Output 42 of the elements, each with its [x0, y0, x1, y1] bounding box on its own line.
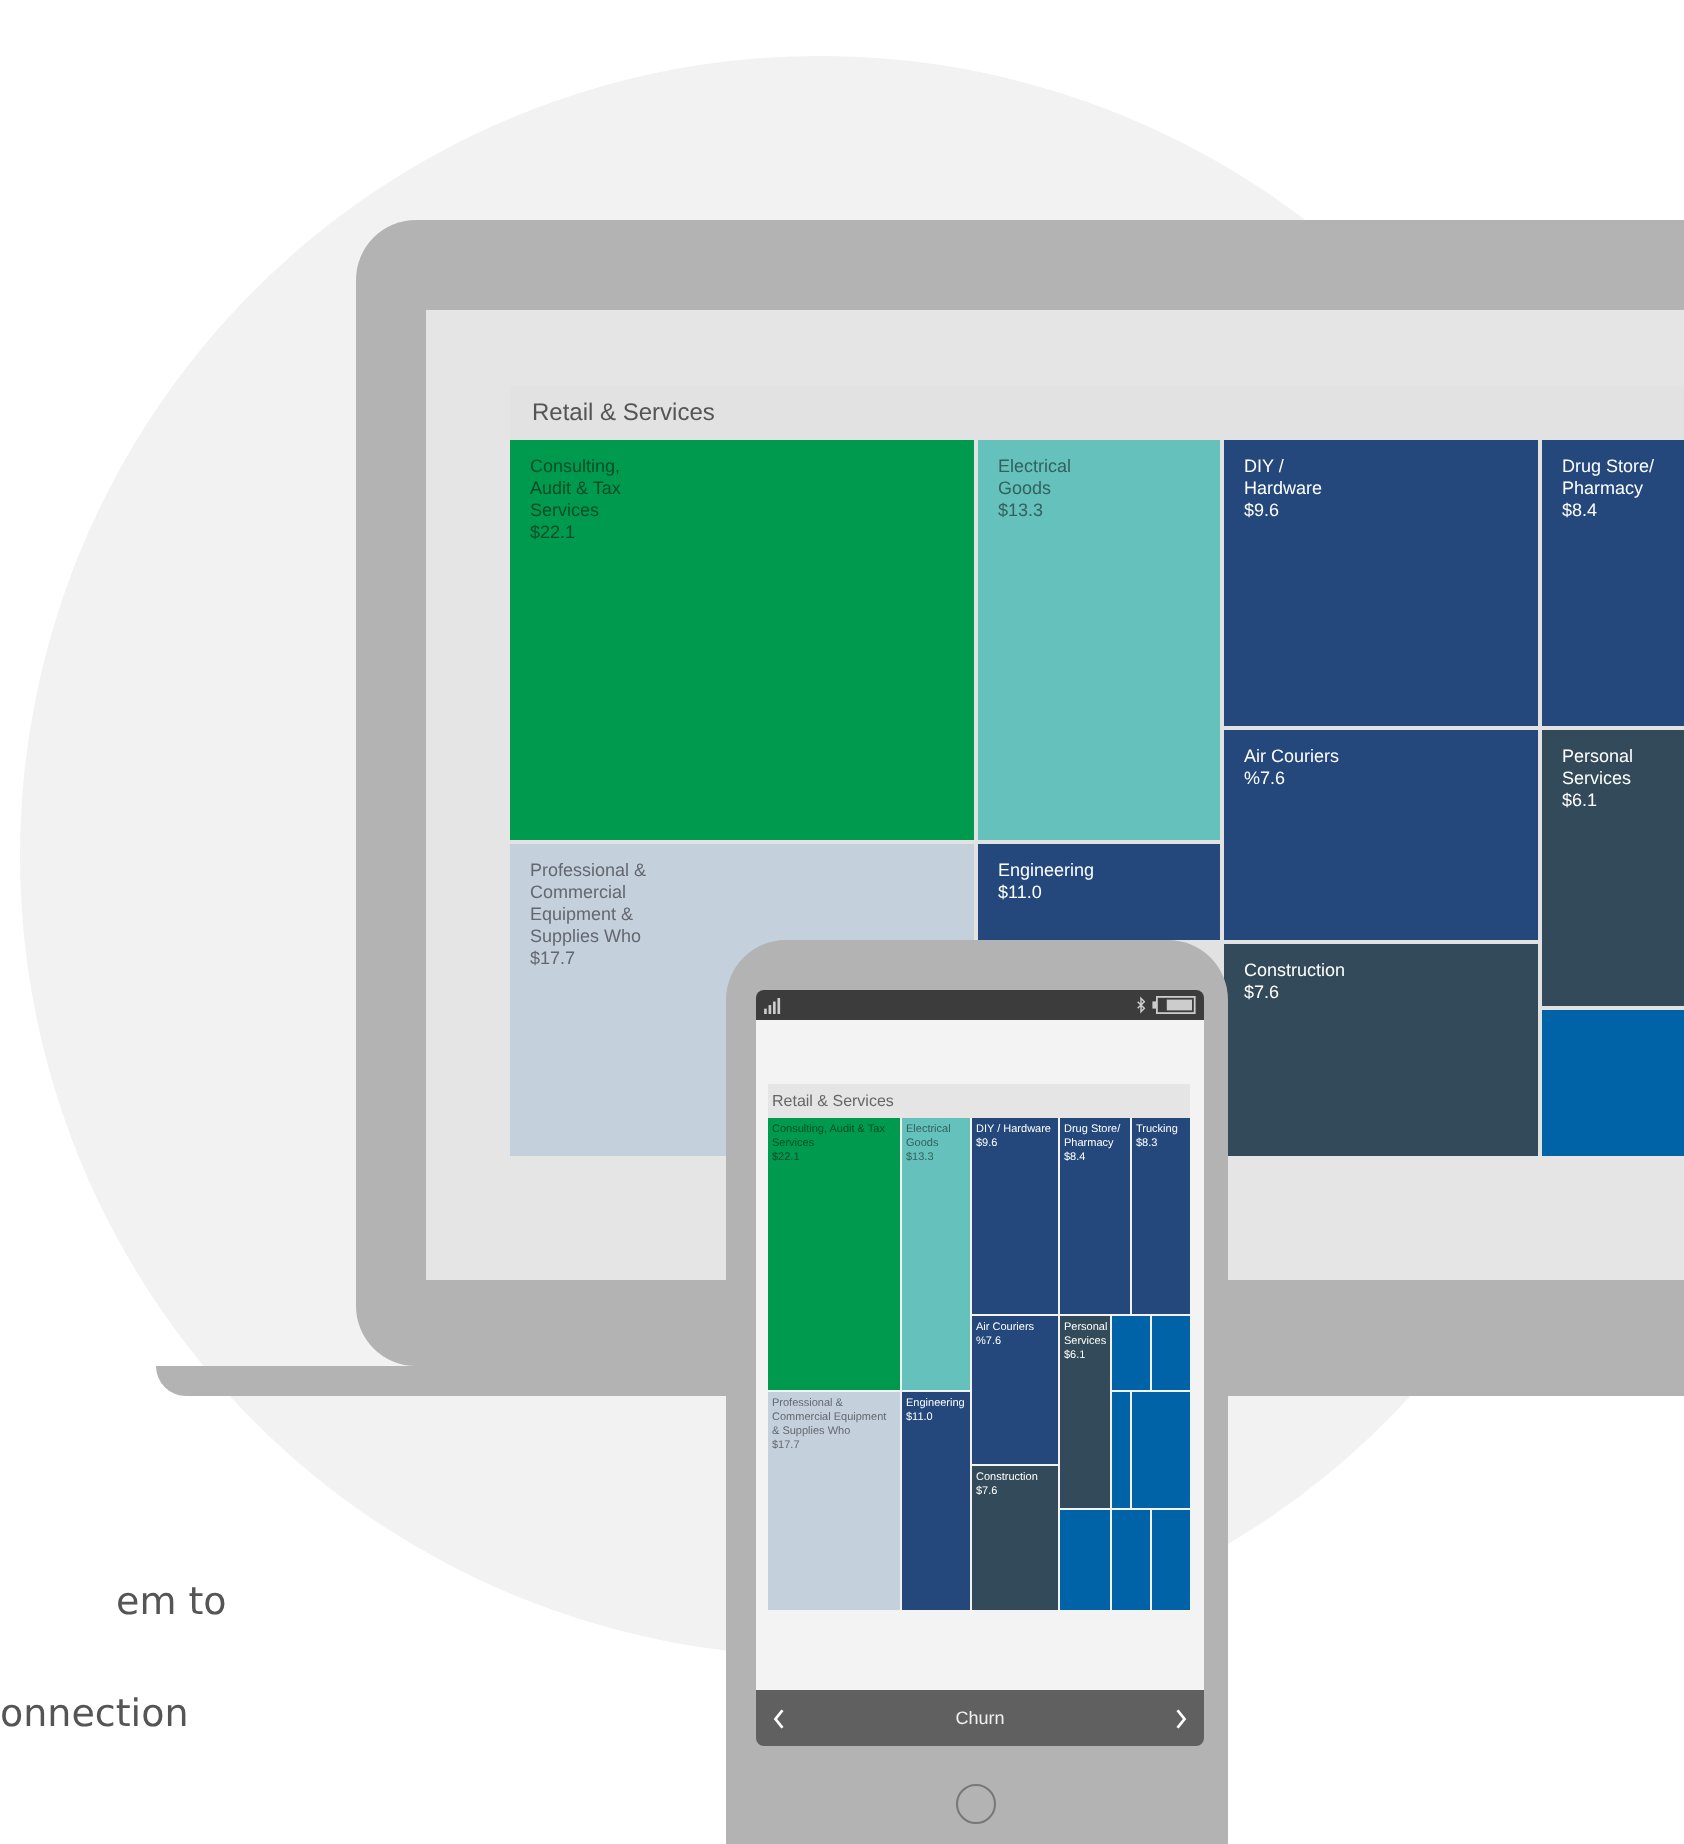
- tile-label: DIY / Hardware: [1244, 456, 1325, 500]
- tile-value: $7.6: [1244, 982, 1282, 1004]
- chevron-left-icon[interactable]: [772, 1707, 786, 1729]
- battery-icon: [1152, 996, 1196, 1014]
- tile-label: Electrical Goods: [998, 456, 1074, 500]
- tile-label: Personal Services: [1562, 746, 1636, 790]
- tile-label: Drug Store/ Pharmacy: [1562, 456, 1657, 500]
- treemap-tile[interactable]: [1542, 1010, 1684, 1156]
- treemap-tile[interactable]: Engineering $11.0: [978, 844, 1220, 940]
- tile-label: Consulting, Audit & Tax Services: [530, 456, 623, 522]
- tile-value: $9.6: [1244, 500, 1282, 522]
- tile-value: $8.4: [1562, 500, 1600, 522]
- tile-label: Professional & Commercial Equipment & Supplies Who: [530, 860, 649, 948]
- treemap-tile[interactable]: DIY / Hardware $9.6: [1224, 440, 1538, 726]
- tile-value: $11.0: [998, 882, 1044, 904]
- treemap-tile[interactable]: Personal Services $6.1: [1542, 730, 1684, 1006]
- home-button[interactable]: [956, 1784, 996, 1824]
- treemap-tile[interactable]: Construction $7.6: [1224, 944, 1538, 1156]
- tile-value: %7.6: [1244, 768, 1288, 790]
- treemap-tile[interactable]: [1152, 1316, 1190, 1390]
- signal-icon: [764, 997, 782, 1013]
- treemap-tile[interactable]: [1132, 1392, 1190, 1508]
- treemap-tile[interactable]: Air Couriers %7.6: [1224, 730, 1538, 940]
- tile-label: Air Couriers: [1244, 746, 1342, 768]
- nav-title: Churn: [955, 1708, 1005, 1728]
- treemap-tile[interactable]: [1112, 1510, 1150, 1610]
- body-text: onnection: [0, 1692, 189, 1736]
- chevron-right-icon[interactable]: [1173, 1707, 1188, 1729]
- tile-value: $6.1: [1562, 790, 1600, 812]
- treemap-tile[interactable]: [1112, 1392, 1130, 1508]
- treemap-tile[interactable]: Drug Store/ Pharmacy $8.4: [1542, 440, 1684, 726]
- treemap-tile[interactable]: [1152, 1510, 1190, 1610]
- tile-value: $17.7: [530, 948, 578, 970]
- treemap-tile[interactable]: [1112, 1316, 1150, 1390]
- tile-label: Construction: [1244, 960, 1348, 982]
- chart-title: Retail & Services: [768, 1084, 1190, 1118]
- bluetooth-icon: [1136, 996, 1146, 1014]
- tile-value: $22.1: [530, 522, 578, 544]
- treemap-tile[interactable]: [1060, 1510, 1110, 1610]
- body-text: em to: [116, 1580, 227, 1624]
- tile-label: Engineering: [998, 860, 1097, 882]
- tile-value: $13.3: [998, 500, 1046, 522]
